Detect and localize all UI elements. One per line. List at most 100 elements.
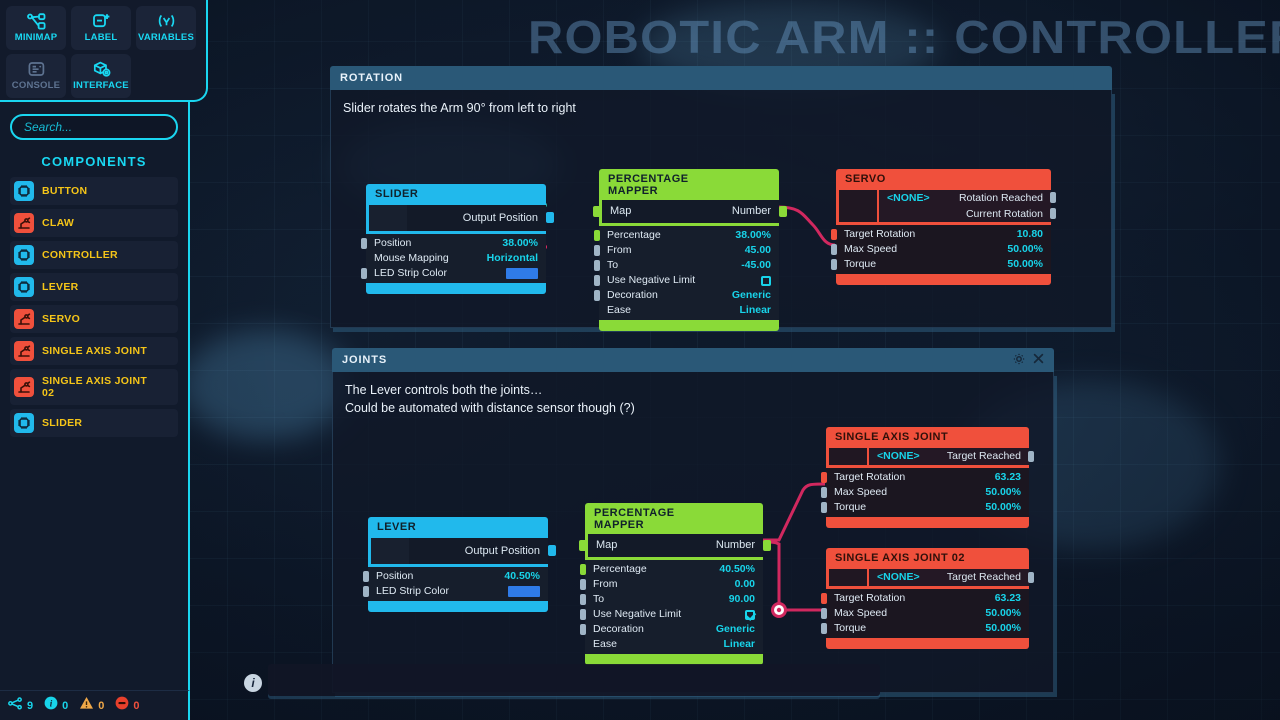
input-socket-grey[interactable] [580, 624, 586, 635]
input-socket-grey[interactable] [361, 238, 367, 249]
input-socket-grey[interactable] [831, 244, 837, 255]
panel-header[interactable]: JOINTS [332, 348, 1054, 372]
output-socket-grey[interactable] [1028, 572, 1034, 583]
input-socket-grey[interactable] [821, 608, 827, 619]
node-field-ease[interactable]: Ease Linear [599, 303, 779, 318]
input-socket-grey[interactable] [363, 586, 369, 597]
input-socket-grey[interactable] [594, 290, 600, 301]
input-socket-grey[interactable] [821, 623, 827, 634]
node-field-target-rotation[interactable]: Target Rotation 10.80 [831, 227, 1051, 242]
input-socket-green[interactable] [580, 564, 586, 575]
node-field-from[interactable]: From 0.00 [580, 577, 763, 592]
input-socket-grey[interactable] [580, 609, 586, 620]
node-field-max-speed[interactable]: Max Speed 50.00% [821, 606, 1029, 621]
node-io-row[interactable]: Map Number [593, 200, 787, 223]
gear-icon[interactable] [1013, 352, 1025, 368]
checkbox-use-negative-limit[interactable] [761, 275, 771, 286]
component-item-slider[interactable]: SLIDER [10, 409, 178, 437]
output-socket-green[interactable] [763, 540, 771, 551]
component-item-servo[interactable]: SERVO [10, 305, 178, 333]
node-field-position[interactable]: Position 38.00% [361, 236, 546, 251]
node-field-target-rotation[interactable]: Target Rotation 63.23 [821, 591, 1029, 606]
node-field-decoration[interactable]: Decoration Generic [594, 288, 779, 303]
close-icon[interactable] [1033, 353, 1044, 367]
node-header[interactable]: SINGLE AXIS JOINT [826, 427, 1029, 448]
input-socket-red[interactable] [821, 593, 827, 604]
node-output-row[interactable]: <NONE> Target Reached [869, 569, 1034, 586]
input-socket-grey[interactable] [363, 571, 369, 582]
node-field-torque[interactable]: Torque 50.00% [831, 257, 1051, 272]
output-socket-cyan[interactable] [546, 212, 554, 223]
input-socket-grey[interactable] [361, 268, 367, 279]
output-socket-grey[interactable] [1050, 208, 1056, 219]
input-socket-grey[interactable] [594, 260, 600, 271]
node-field-torque[interactable]: Torque 50.00% [821, 621, 1029, 636]
input-socket-grey[interactable] [821, 487, 827, 498]
node-field-percentage[interactable]: Percentage 38.00% [594, 228, 779, 243]
node-field-to[interactable]: To -45.00 [594, 258, 779, 273]
status-item-nodes[interactable]: 9 [8, 696, 33, 715]
input-socket-grey[interactable] [580, 579, 586, 590]
panel-header[interactable]: ROTATION [330, 66, 1112, 90]
node-header[interactable]: SLIDER [366, 184, 546, 205]
node-single-axis-joint-02[interactable]: SINGLE AXIS JOINT 02 <NONE> Target Reach… [821, 548, 1034, 649]
toolbar-button-label[interactable]: LABEL [71, 6, 131, 50]
component-item-button[interactable]: BUTTON [10, 177, 178, 205]
component-item-single-axis-joint[interactable]: SINGLE AXIS JOINT [10, 337, 178, 365]
node-io-row[interactable]: Map Number [579, 534, 771, 557]
color-swatch[interactable] [508, 586, 540, 597]
component-item-claw[interactable]: CLAW [10, 209, 178, 237]
node-lever[interactable]: LEVER Output Position Position 40.50% LE… [363, 517, 556, 612]
input-socket-green[interactable] [594, 230, 600, 241]
node-field-ease[interactable]: Ease Linear [585, 637, 763, 652]
input-socket-red[interactable] [831, 229, 837, 240]
node-single-axis-joint[interactable]: SINGLE AXIS JOINT <NONE> Target Reached … [821, 427, 1034, 528]
node-header[interactable]: LEVER [368, 517, 548, 538]
node-field-max-speed[interactable]: Max Speed 50.00% [831, 242, 1051, 257]
component-item-single-axis-joint-02[interactable]: SINGLE AXIS JOINT 02 [10, 369, 178, 405]
output-socket-cyan[interactable] [548, 545, 556, 556]
node-header[interactable]: PERCENTAGE MAPPER [599, 169, 779, 200]
node-field-target-rotation[interactable]: Target Rotation 63.23 [821, 470, 1029, 485]
node-field-led-strip-color[interactable]: LED Strip Color [363, 584, 548, 599]
input-socket-green[interactable] [579, 540, 587, 551]
output-socket-green[interactable] [779, 206, 787, 217]
toolbar-button-minimap[interactable]: MINIMAP [6, 6, 66, 50]
canvas-info-button[interactable]: i [244, 674, 262, 692]
checkbox-use-negative-limit[interactable] [745, 609, 755, 620]
node-field-from[interactable]: From 45.00 [594, 243, 779, 258]
status-item-info[interactable]: i 0 [44, 696, 68, 715]
node-percentage-mapper-rotation[interactable]: PERCENTAGE MAPPER Map Number Percentage 3… [593, 169, 787, 331]
input-socket-grey[interactable] [594, 275, 600, 286]
node-field-led-strip-color[interactable]: LED Strip Color [361, 266, 546, 281]
node-servo[interactable]: SERVO <NONE> Rotation Reached Current Ro… [831, 169, 1056, 285]
node-field-torque[interactable]: Torque 50.00% [821, 500, 1029, 515]
node-field-use-negative-limit[interactable]: Use Negative Limit [594, 273, 779, 288]
search-input[interactable] [10, 114, 178, 140]
input-socket-grey[interactable] [594, 245, 600, 256]
node-output-row[interactable]: <NONE> Rotation Reached [879, 190, 1056, 206]
node-field-percentage[interactable]: Percentage 40.50% [580, 562, 763, 577]
color-swatch[interactable] [506, 268, 538, 279]
node-header[interactable]: SINGLE AXIS JOINT 02 [826, 548, 1029, 569]
toolbar-button-variables[interactable]: VARIABLES [136, 6, 196, 50]
input-socket-green[interactable] [593, 206, 601, 217]
node-field-max-speed[interactable]: Max Speed 50.00% [821, 485, 1029, 500]
node-output-row[interactable]: Current Rotation [879, 206, 1056, 222]
node-percentage-mapper-joints[interactable]: PERCENTAGE MAPPER Map Number Percentage 4… [579, 503, 771, 665]
node-header[interactable]: PERCENTAGE MAPPER [585, 503, 763, 534]
node-field-position[interactable]: Position 40.50% [363, 569, 548, 584]
node-header[interactable]: SERVO [836, 169, 1051, 190]
node-field-use-negative-limit[interactable]: Use Negative Limit [580, 607, 763, 622]
status-item-error[interactable]: 0 [115, 696, 140, 715]
output-socket-grey[interactable] [1050, 192, 1056, 203]
toolbar-button-interface[interactable]: INTERFACE [71, 54, 131, 98]
output-socket-grey[interactable] [1028, 451, 1034, 462]
node-output-row[interactable]: Output Position [409, 538, 556, 564]
node-output-row[interactable]: <NONE> Target Reached [869, 448, 1034, 465]
input-socket-red[interactable] [821, 472, 827, 483]
component-item-lever[interactable]: LEVER [10, 273, 178, 301]
node-output-row[interactable]: Output Position [407, 205, 554, 231]
node-field-decoration[interactable]: Decoration Generic [580, 622, 763, 637]
toolbar-button-console[interactable]: CONSOLE [6, 54, 66, 98]
